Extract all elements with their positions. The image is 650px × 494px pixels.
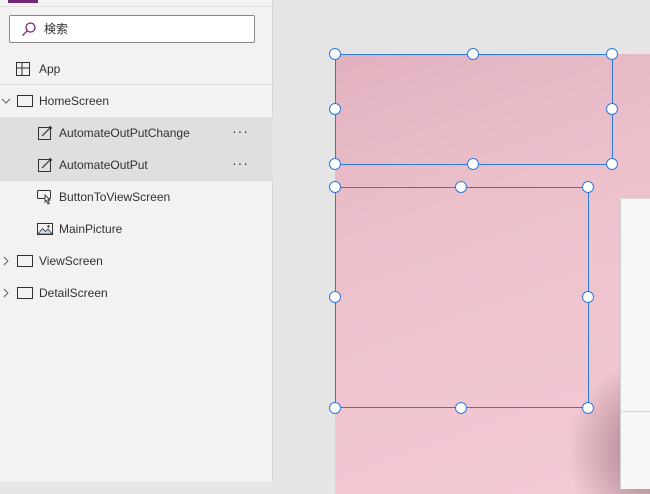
tree-item-button-to-view-screen[interactable]: ButtonToViewScreen bbox=[0, 181, 273, 213]
resize-handle[interactable] bbox=[455, 181, 467, 193]
picture-box-object bbox=[620, 198, 650, 489]
button-icon bbox=[37, 190, 52, 205]
search-icon bbox=[22, 22, 36, 36]
tree-item-homescreen[interactable]: HomeScreen bbox=[0, 85, 273, 117]
tree-item-label: ViewScreen bbox=[39, 254, 103, 268]
more-options-button[interactable]: ··· bbox=[232, 155, 249, 171]
selection-frame-automate-output[interactable] bbox=[335, 187, 589, 408]
tree-item-label: App bbox=[39, 62, 61, 76]
resize-handle[interactable] bbox=[329, 181, 341, 193]
text-input-icon bbox=[38, 157, 53, 172]
resize-handle[interactable] bbox=[606, 48, 618, 60]
screen-icon bbox=[17, 255, 33, 267]
resize-handle[interactable] bbox=[606, 103, 618, 115]
image-icon bbox=[37, 223, 53, 235]
divider bbox=[0, 6, 273, 7]
resize-handle[interactable] bbox=[329, 103, 341, 115]
tree-item-app[interactable]: App bbox=[0, 53, 273, 85]
resize-handle[interactable] bbox=[329, 291, 341, 303]
tree-item-label: AutomateOutPut bbox=[59, 158, 148, 172]
resize-handle[interactable] bbox=[582, 402, 594, 414]
tree-item-automate-output-change[interactable]: AutomateOutPutChange ··· bbox=[0, 117, 273, 149]
tree-item-label: ButtonToViewScreen bbox=[59, 190, 171, 204]
screen-icon bbox=[17, 95, 33, 107]
tree-view-panel: App HomeScreen AutomateOutPutChange ··· … bbox=[0, 0, 273, 482]
tree-item-automate-output[interactable]: AutomateOutPut ··· bbox=[0, 149, 273, 181]
tree-item-label: DetailScreen bbox=[39, 286, 108, 300]
more-options-button[interactable]: ··· bbox=[232, 123, 249, 139]
resize-handle[interactable] bbox=[329, 158, 341, 170]
search-input[interactable] bbox=[44, 20, 244, 38]
tree-item-label: AutomateOutPutChange bbox=[59, 126, 190, 140]
chevron-down-icon[interactable] bbox=[1, 94, 11, 108]
active-tab-indicator bbox=[8, 0, 38, 3]
tree-item-viewscreen[interactable]: ViewScreen bbox=[0, 245, 273, 277]
resize-handle[interactable] bbox=[582, 181, 594, 193]
resize-handle[interactable] bbox=[467, 158, 479, 170]
tree-item-main-picture[interactable]: MainPicture bbox=[0, 213, 273, 245]
tree-item-detailscreen[interactable]: DetailScreen bbox=[0, 277, 273, 309]
resize-handle[interactable] bbox=[329, 402, 341, 414]
app-icon bbox=[16, 62, 30, 76]
tree-item-label: HomeScreen bbox=[39, 94, 110, 108]
box-edge bbox=[621, 411, 650, 412]
resize-handle[interactable] bbox=[467, 48, 479, 60]
resize-handle[interactable] bbox=[329, 48, 341, 60]
resize-handle[interactable] bbox=[455, 402, 467, 414]
chevron-right-icon[interactable] bbox=[1, 254, 11, 268]
selection-frame-automate-output-change[interactable] bbox=[335, 54, 613, 165]
screen-icon bbox=[17, 287, 33, 299]
resize-handle[interactable] bbox=[606, 158, 618, 170]
design-canvas[interactable] bbox=[274, 0, 650, 494]
search-box[interactable] bbox=[9, 15, 255, 43]
text-input-icon bbox=[38, 125, 53, 140]
chevron-right-icon[interactable] bbox=[1, 286, 11, 300]
tree-item-label: MainPicture bbox=[59, 222, 123, 236]
resize-handle[interactable] bbox=[582, 291, 594, 303]
